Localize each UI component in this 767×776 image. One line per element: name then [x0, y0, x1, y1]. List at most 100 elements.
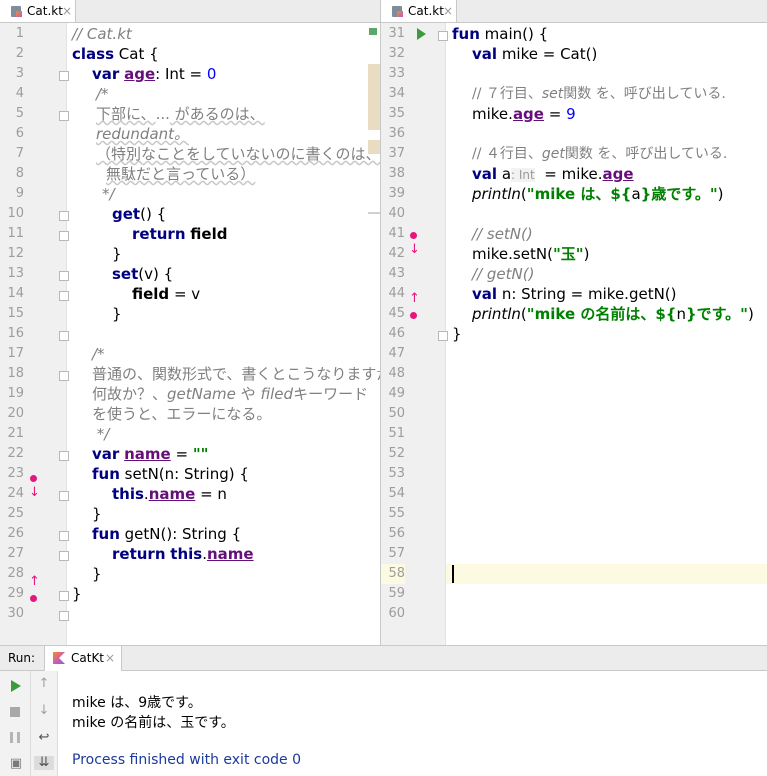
down-arrow-icon[interactable]: ↓	[34, 704, 54, 718]
code-line-5: 下部に、... があるのは、	[96, 104, 265, 124]
line-number: 60	[388, 606, 405, 621]
line-number: 43	[388, 266, 405, 281]
number-literal: 9	[566, 105, 576, 123]
code-text: }	[112, 305, 122, 323]
code-line-22: var name = ""	[92, 444, 208, 464]
comment: // setN()	[472, 225, 533, 243]
console-actions-column: ↑ ↓ ↩ ⇊	[31, 671, 58, 776]
comment: を使うと、エラーになる。	[92, 405, 272, 423]
arrow-down-icon: ↓	[29, 485, 40, 500]
scroll-to-end-icon[interactable]: ⇊	[34, 756, 54, 770]
line-number: 51	[388, 426, 405, 441]
editor-pane-right[interactable]: Cat.kt × 31 32 33 34 35 36 37 38 39 40 4…	[381, 0, 767, 645]
fold-toggle-icon[interactable]	[59, 371, 69, 381]
fold-toggle-icon[interactable]	[59, 271, 69, 281]
editor-pane-left[interactable]: Cat.kt × 1 2 3 4 5 6 7 8 9 10 11 12 13 1…	[0, 0, 381, 645]
line-number: 38	[388, 166, 405, 181]
fold-toggle-icon[interactable]	[59, 231, 69, 241]
code-line-10: get() {	[112, 204, 166, 224]
keyword: fun	[92, 525, 120, 543]
property: age	[512, 105, 544, 123]
comment: /*	[96, 85, 109, 103]
fold-toggle-icon[interactable]	[59, 611, 69, 621]
comment: ...	[155, 105, 170, 123]
keyword: var	[92, 445, 120, 463]
inspection-ok-icon[interactable]	[369, 28, 377, 35]
stop-icon[interactable]	[10, 707, 20, 717]
fold-toggle-icon[interactable]	[59, 71, 69, 81]
line-number: 4	[15, 86, 24, 101]
fold-toggle-icon[interactable]	[59, 331, 69, 341]
rerun-icon[interactable]	[11, 680, 21, 692]
line-number: 37	[388, 146, 405, 161]
comment: getName	[167, 385, 236, 403]
line-number: 9	[15, 186, 24, 201]
fold-toggle-icon[interactable]	[59, 491, 69, 501]
tab-close-icon[interactable]: ×	[443, 0, 453, 22]
string-literal: "玉"	[552, 245, 584, 263]
string-literal: ""	[192, 445, 209, 463]
kotlin-file-icon	[11, 6, 22, 17]
code-text: )	[747, 305, 754, 323]
editor-tab-cat-kt-left[interactable]: Cat.kt ×	[0, 0, 76, 22]
line-number: 48	[388, 366, 405, 381]
editor-tab-cat-kt-right[interactable]: Cat.kt ×	[381, 0, 457, 22]
editor-tabbar-left: Cat.kt ×	[0, 0, 380, 23]
line-number: 18	[7, 366, 24, 381]
keyword: val	[472, 165, 498, 183]
fold-toggle-icon[interactable]	[59, 451, 69, 461]
line-number: 16	[7, 326, 24, 341]
console-output-line: mike の名前は、玉です。	[72, 715, 235, 731]
bookmark-dot-icon	[30, 475, 37, 482]
code-line-35: mike.age = 9	[472, 104, 576, 124]
line-number: 11	[7, 226, 24, 241]
template-var: n	[676, 305, 686, 323]
line-number: 30	[7, 606, 24, 621]
line-number: 45	[388, 306, 405, 321]
code-line-45: println("mike の名前は、${n}です。")	[472, 304, 754, 324]
run-tab-catkt[interactable]: CatKt ×	[44, 646, 122, 671]
code-line-7: （特別なことをしていないのに書くのは、	[96, 144, 380, 164]
keyword: get	[112, 205, 141, 223]
soft-wrap-icon[interactable]: ↩	[34, 731, 54, 745]
line-number: 7	[15, 146, 24, 161]
up-arrow-icon[interactable]: ↑	[34, 677, 54, 691]
line-number: 56	[388, 526, 405, 541]
property: name	[206, 545, 254, 563]
code-text: )	[717, 185, 724, 203]
comment: 何故か？、	[92, 385, 168, 403]
line-number: 23	[7, 466, 24, 481]
code-line-9: */	[102, 184, 115, 204]
close-icon[interactable]: ×	[105, 651, 115, 665]
tab-close-icon[interactable]: ×	[62, 0, 72, 22]
run-gutter-icon[interactable]	[417, 28, 426, 40]
code-text: n: String = mike.getN()	[497, 285, 677, 303]
fold-toggle-icon[interactable]	[59, 111, 69, 121]
code-area-right[interactable]: fun main() { val mike = Cat() // ７行目、set…	[452, 23, 767, 645]
fold-toggle-icon[interactable]	[59, 551, 69, 561]
fold-toggle-icon[interactable]	[59, 591, 69, 601]
line-number: 47	[388, 346, 405, 361]
string-literal: "mike は、${	[526, 185, 632, 203]
code-text: getN(): String {	[119, 525, 242, 543]
fold-toggle-icon[interactable]	[59, 531, 69, 541]
scroll-marker[interactable]	[368, 64, 380, 130]
code-line-1: // Cat.kt	[72, 24, 132, 44]
code-line-3: var age: Int = 0	[92, 64, 216, 84]
pause-icon[interactable]	[10, 732, 20, 743]
gutter-left[interactable]: 1 2 3 4 5 6 7 8 9 10 11 12 13 14 15 16 1…	[0, 23, 69, 645]
code-area-left[interactable]: // Cat.kt class Cat { var age: Int = 0 /…	[72, 23, 380, 645]
code-line-24: this.name = n	[112, 484, 227, 504]
fold-toggle-icon[interactable]	[59, 211, 69, 221]
line-number: 15	[7, 306, 24, 321]
fold-toggle-icon[interactable]	[59, 291, 69, 301]
scroll-marker[interactable]	[368, 212, 380, 214]
run-console[interactable]: ▣ ↑ ↓ ↩ ⇊ mike は、9歳です。 mike の名前は、玉です。 Pr…	[0, 671, 767, 776]
gutter-right[interactable]: 31 32 33 34 35 36 37 38 39 40 41 42 43 4…	[381, 23, 448, 645]
code-line-34: // ７行目、set関数 を、呼び出している.	[472, 84, 726, 104]
code-text: }	[92, 565, 102, 583]
fold-toggle-icon[interactable]	[438, 331, 448, 341]
line-number: 19	[7, 386, 24, 401]
fold-toggle-icon[interactable]	[438, 31, 448, 41]
camera-icon[interactable]: ▣	[6, 757, 26, 771]
